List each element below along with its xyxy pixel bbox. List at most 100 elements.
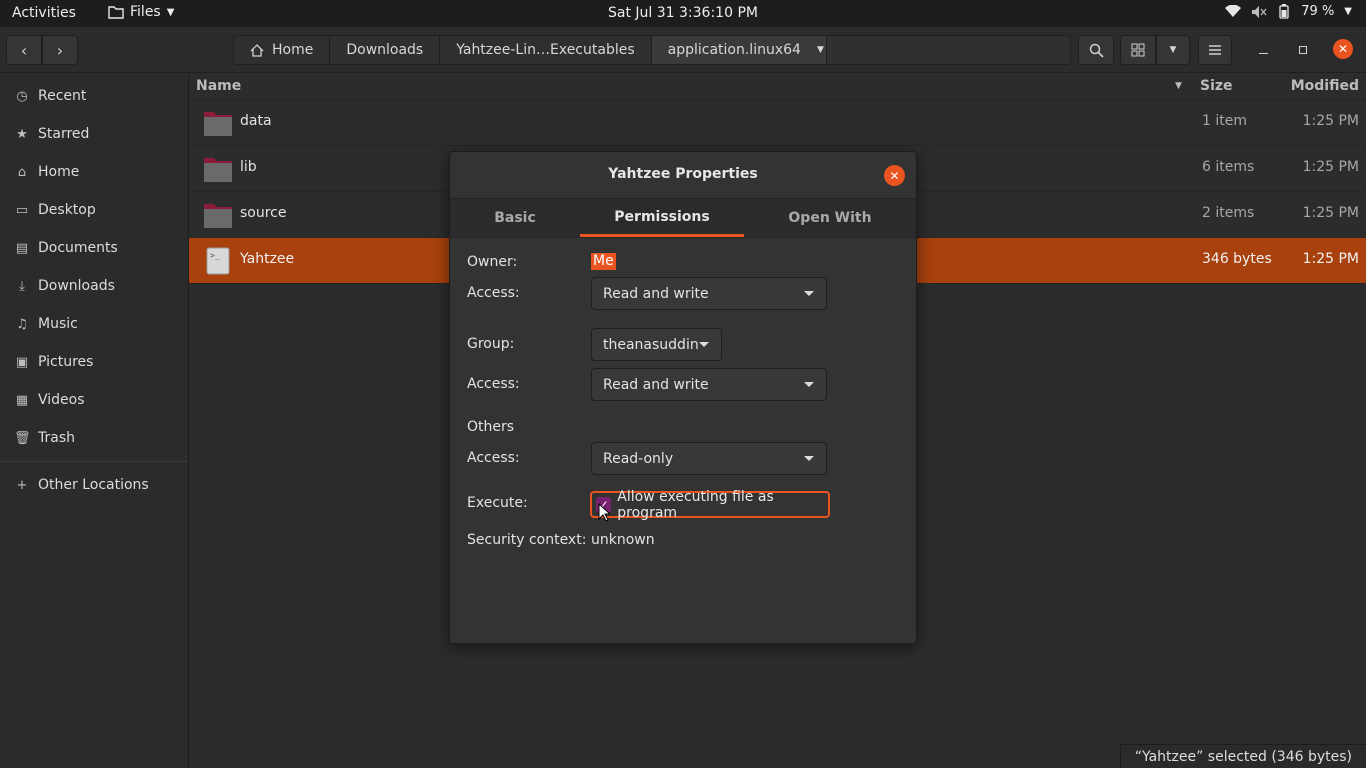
others-access-select[interactable]: Read-only (591, 442, 827, 475)
search-button[interactable] (1078, 35, 1114, 65)
file-size: 1 item (1202, 113, 1247, 129)
execute-checkbox-label: Allow executing file as program (617, 488, 774, 521)
sidebar-item-pictures[interactable]: ▣ Pictures (0, 343, 188, 381)
home-icon (250, 43, 264, 57)
video-icon: ▦ (15, 392, 29, 408)
group-select[interactable]: theanasuddin (591, 328, 722, 361)
others-label: Others (467, 419, 515, 435)
execute-checkbox[interactable]: ✓ Allow executing file as program (590, 488, 830, 521)
sidebar: ◷ Recent ★ Starred ⌂ Home ▭ Desktop ▤ Do… (0, 73, 189, 768)
sidebar-item-label: Documents (38, 240, 118, 256)
sidebar-item-desktop[interactable]: ▭ Desktop (0, 191, 188, 229)
chevron-right-icon: › (56, 40, 64, 60)
group-access-label: Access: (467, 376, 520, 392)
sidebar-item-music[interactable]: ♫ Music (0, 305, 188, 343)
sidebar-item-documents[interactable]: ▤ Documents (0, 229, 188, 267)
home-icon: ⌂ (17, 164, 27, 180)
file-modified: 1:25 PM (1302, 251, 1359, 267)
search-icon (1089, 43, 1104, 58)
column-headers: Name ▼ Size Modified (189, 73, 1366, 100)
sidebar-item-label: Other Locations (38, 477, 149, 493)
clock-icon: ◷ (16, 88, 28, 104)
sidebar-item-trash[interactable]: 🗑 Trash (0, 419, 188, 457)
desktop-icon: ▭ (15, 202, 29, 218)
sidebar-item-videos[interactable]: ▦ Videos (0, 381, 188, 419)
chevron-down-icon: ▼ (816, 45, 824, 55)
battery-icon (1279, 4, 1289, 19)
sidebar-item-recent[interactable]: ◷ Recent (0, 77, 188, 115)
file-size: 346 bytes (1202, 251, 1272, 267)
wifi-icon (1225, 5, 1242, 17)
sidebar-item-label: Starred (38, 126, 90, 142)
execute-label: Execute: (467, 495, 528, 511)
folder-icon (204, 204, 232, 228)
sidebar-item-starred[interactable]: ★ Starred (0, 115, 188, 153)
maximize-icon (1299, 46, 1307, 54)
folder-icon (204, 112, 232, 136)
crumb-downloads[interactable]: Downloads (330, 36, 441, 64)
sidebar-item-label: Recent (38, 88, 87, 104)
document-icon: ▤ (15, 240, 29, 256)
crumb-yahtzee-executables[interactable]: Yahtzee-Lin…Executables (440, 36, 652, 64)
group-value: theanasuddin (603, 336, 699, 353)
owner-access-select[interactable]: Read and write (591, 277, 827, 310)
music-icon: ♫ (16, 316, 28, 332)
top-bar: Activities Files ▼ Sat Jul 31 3:36:10 PM… (0, 0, 1366, 27)
path-bar-empty-area[interactable] (826, 35, 1071, 65)
column-modified[interactable]: Modified (1291, 78, 1359, 94)
column-name[interactable]: Name (196, 78, 241, 94)
close-icon: ✕ (889, 168, 900, 183)
hamburger-icon (1209, 45, 1221, 55)
file-modified: 1:25 PM (1302, 113, 1359, 129)
system-tray[interactable]: 79 % ▼ (1225, 4, 1352, 19)
group-access-select[interactable]: Read and write (591, 368, 827, 401)
view-options-button[interactable]: ▼ (1156, 35, 1190, 65)
table-row[interactable]: data 1 item 1:25 PM (189, 100, 1366, 146)
dialog-close-button[interactable]: ✕ (884, 165, 905, 186)
chevron-left-icon: ‹ (20, 40, 28, 60)
file-name: lib (240, 159, 257, 175)
chevron-down-icon: ▼ (1344, 6, 1352, 17)
sidebar-item-label: Trash (38, 430, 75, 446)
menu-button[interactable] (1198, 35, 1232, 65)
sidebar-item-label: Pictures (38, 354, 94, 370)
script-file-icon: >_ (206, 247, 230, 275)
file-modified: 1:25 PM (1302, 159, 1359, 175)
chevron-down-icon (804, 456, 814, 461)
trash-icon: 🗑 (14, 430, 31, 446)
owner-access-value: Read and write (603, 285, 709, 302)
column-size[interactable]: Size (1200, 78, 1233, 94)
minimize-button[interactable] (1254, 41, 1272, 59)
dialog-tabs: Basic Permissions Open With (450, 198, 916, 238)
sidebar-item-downloads[interactable]: ⤓ Downloads (0, 267, 188, 305)
sidebar-item-label: Videos (38, 392, 85, 408)
tab-basic[interactable]: Basic (450, 199, 580, 237)
chevron-down-icon (804, 291, 814, 296)
group-access-value: Read and write (603, 376, 709, 393)
svg-text:>_: >_ (210, 251, 220, 260)
file-modified: 1:25 PM (1302, 205, 1359, 221)
back-button[interactable]: ‹ (6, 35, 42, 65)
status-bar: “Yahtzee” selected (346 bytes) (1119, 744, 1366, 768)
file-size: 6 items (1202, 159, 1255, 175)
sidebar-item-other-locations[interactable]: + Other Locations (0, 466, 188, 504)
clock[interactable]: Sat Jul 31 3:36:10 PM (0, 5, 1366, 21)
mouse-cursor-icon (598, 503, 610, 522)
crumb-application-linux64[interactable]: application.linux64 ▼ (651, 36, 840, 64)
crumb-home[interactable]: Home (234, 36, 331, 64)
tab-open-with[interactable]: Open With (744, 199, 916, 237)
close-window-button[interactable]: ✕ (1333, 39, 1353, 59)
folder-icon (204, 158, 232, 182)
sidebar-divider (0, 461, 188, 462)
tab-permissions[interactable]: Permissions (580, 199, 744, 237)
battery-percent: 79 % (1301, 4, 1335, 19)
grid-icon (1131, 43, 1145, 57)
sort-down-icon: ▼ (1175, 81, 1182, 91)
chevron-down-icon (699, 342, 709, 347)
view-grid-button[interactable] (1120, 35, 1156, 65)
dialog-title: Yahtzee Properties (608, 166, 758, 182)
maximize-button[interactable] (1294, 41, 1312, 59)
sidebar-item-home[interactable]: ⌂ Home (0, 153, 188, 191)
header-bar: ‹ › Home Downloads Yahtzee-Lin…Executabl… (0, 27, 1366, 73)
forward-button[interactable]: › (42, 35, 78, 65)
